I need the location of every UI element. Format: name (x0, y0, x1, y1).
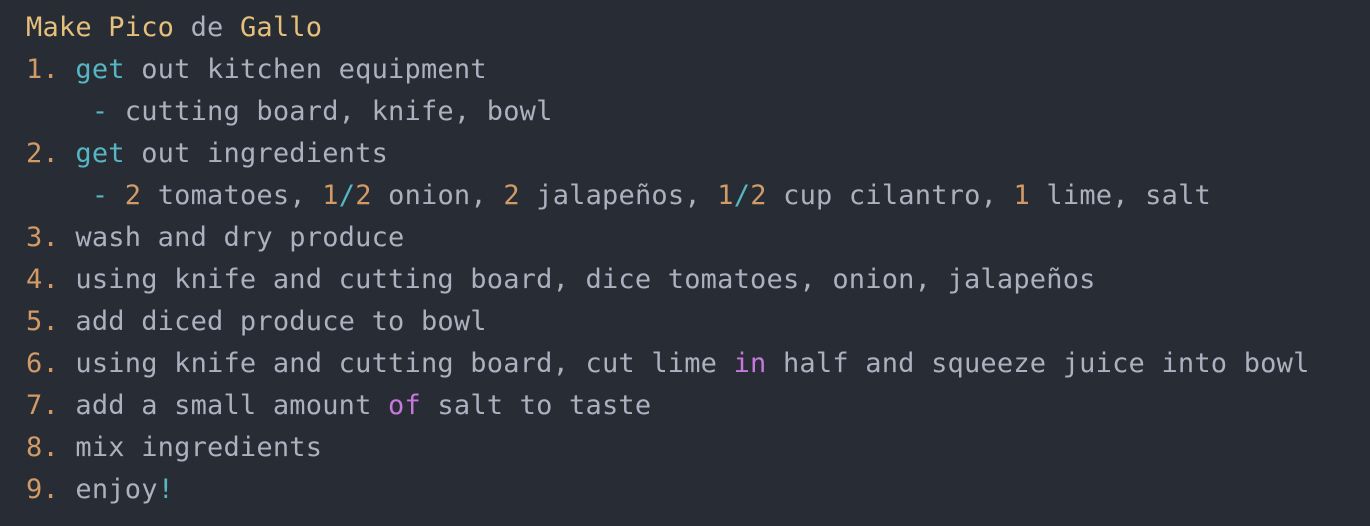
code-token: 2 (124, 180, 142, 211)
code-line[interactable]: 8. mix ingredients (26, 427, 1370, 469)
code-token: 2 (503, 180, 520, 211)
code-line[interactable]: 5. add diced produce to bowl (26, 301, 1370, 343)
code-token: enjoy (75, 474, 158, 505)
code-token: 2 (750, 180, 767, 211)
code-token: jalapeños, (519, 180, 718, 211)
code-token: get (75, 138, 125, 169)
code-token: onion, (371, 180, 504, 211)
code-token: out ingredients (124, 138, 389, 169)
code-token: of (388, 390, 421, 421)
code-token: Gallo (239, 12, 323, 43)
code-token: - (91, 96, 109, 127)
code-token: cup cilantro, (766, 180, 1014, 211)
code-token: 6. (26, 348, 76, 379)
code-token: tomatoes, (141, 180, 323, 211)
code-line[interactable]: 2. get out ingredients (26, 133, 1370, 175)
code-token: 2. (26, 138, 76, 169)
code-token: 1. (26, 54, 76, 85)
code-token: salt to taste (420, 390, 652, 421)
code-token: wash and dry produce (75, 222, 405, 253)
code-token: half and squeeze juice into bowl (766, 348, 1310, 379)
code-token: 1 (1013, 180, 1030, 211)
code-token: Make Pico (26, 12, 175, 43)
code-token: lime, salt (1029, 180, 1211, 211)
code-line[interactable]: 7. add a small amount of salt to taste (26, 385, 1370, 427)
code-token: get (75, 54, 125, 85)
code-token: 1 (717, 180, 734, 211)
code-token: add a small amount (75, 390, 389, 421)
code-token: / (733, 180, 751, 211)
code-token: mix ingredients (75, 432, 323, 463)
code-token: using knife and cutting board, dice toma… (75, 264, 1096, 295)
code-line[interactable]: 4. using knife and cutting board, dice t… (26, 259, 1370, 301)
code-token: 5. (26, 306, 76, 337)
code-token: 2 (355, 180, 372, 211)
code-token: 7. (26, 390, 76, 421)
code-token: 8. (26, 432, 76, 463)
code-line[interactable]: 3. wash and dry produce (26, 217, 1370, 259)
code-token: - (91, 180, 109, 211)
code-line[interactable]: 9. enjoy! (26, 469, 1370, 511)
code-token: add diced produce to bowl (75, 306, 487, 337)
code-token: de (174, 12, 240, 43)
code-token: ! (157, 474, 175, 505)
code-line[interactable]: - 2 tomatoes, 1/2 onion, 2 jalapeños, 1/… (26, 175, 1370, 217)
code-token: cutting board, knife, bowl (108, 96, 553, 127)
code-token: 3. (26, 222, 76, 253)
code-line[interactable]: 1. get out kitchen equipment (26, 49, 1370, 91)
code-token: 1 (322, 180, 339, 211)
code-token: / (338, 180, 356, 211)
code-line[interactable]: - cutting board, knife, bowl (26, 91, 1370, 133)
code-token: 4. (26, 264, 76, 295)
code-token: in (733, 348, 767, 379)
code-line[interactable]: Make Pico de Gallo (26, 7, 1370, 49)
code-token: 9. (26, 474, 76, 505)
code-editor[interactable]: Make Pico de Gallo 1. get out kitchen equ… (0, 0, 1370, 526)
code-token: out kitchen equipment (124, 54, 487, 85)
code-line[interactable]: 6. using knife and cutting board, cut li… (26, 343, 1370, 385)
code-token: using knife and cutting board, cut lime (75, 348, 734, 379)
